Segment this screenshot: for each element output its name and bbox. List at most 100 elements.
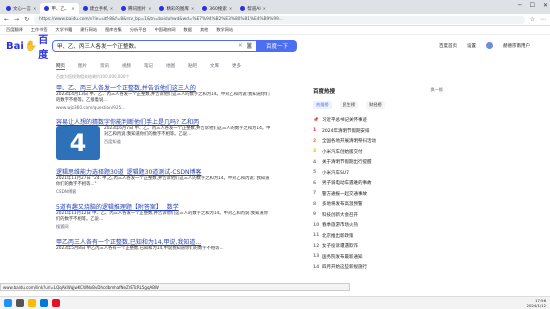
hot-item-label: 四月开始这些新规施行	[322, 265, 367, 271]
hot-tab[interactable]: 财经榜	[366, 101, 385, 109]
hot-item[interactable]: 3 小米汽车创始版交付	[313, 147, 443, 158]
browser-tab[interactable]: 精彩的图库 ✕	[155, 3, 198, 14]
close-window-icon[interactable]: ✕	[543, 2, 548, 9]
browser-tab[interactable]: 帮道AI ✕	[236, 3, 270, 14]
folder-icon[interactable]	[28, 299, 36, 307]
result-thumbnail[interactable]: 4	[56, 126, 100, 160]
tab-notes[interactable]: 笔记	[144, 63, 153, 70]
edge-icon[interactable]	[40, 299, 48, 307]
minimize-icon[interactable]: ─	[518, 2, 522, 9]
hot-item[interactable]: 11 北京推出新政策	[313, 231, 443, 242]
close-icon[interactable]: ✕	[191, 6, 194, 11]
result-title[interactable]: 逻辑思维能力选择题30道_逻辑题30道测试-CSDN博客	[56, 167, 271, 176]
hot-item[interactable]: 6 男子骑电动车遇难的事故	[313, 178, 443, 189]
bookmark-item[interactable]: 中国政府网	[155, 27, 176, 33]
bookmark-item[interactable]: 百度翻译	[6, 27, 23, 33]
browser-tab[interactable]: 腾讯图片 ✕	[117, 3, 155, 14]
hot-rank: 11	[313, 233, 320, 239]
browser-tab[interactable]: 360搜索 ✕	[198, 3, 236, 14]
result-source[interactable]: 搜狐网	[56, 224, 271, 230]
bookmark-item[interactable]: 数学网站	[216, 27, 233, 33]
hot-item[interactable]: 9 科技创新大会召开	[313, 210, 443, 221]
tab-map[interactable]: 地图	[166, 63, 175, 70]
start-icon[interactable]	[4, 299, 12, 307]
baidu-logo[interactable]: Bai ✋ 百度	[6, 35, 48, 61]
system-clock[interactable]: 17:56 2024/1/12	[527, 296, 546, 309]
tab-favicon-icon	[82, 6, 88, 11]
close-icon[interactable]: ✕	[229, 6, 232, 11]
search-input[interactable]: 甲、乙、丙三人各发一个正整数。 ✕ ◙	[52, 40, 257, 52]
home-link[interactable]: 百度首页	[439, 43, 457, 49]
hot-item[interactable]: 14 四月开始这些新规施行	[313, 262, 443, 273]
search-button[interactable]: 百度一下	[257, 40, 297, 52]
hot-tab[interactable]: 民生榜	[339, 101, 359, 109]
tab-bar: 文心一言 ✕ 甲、乙、 ✕ 建立手机 ✕ 腾讯图片 ✕ 精彩的图库 ✕ 360搜索 ✕ 帮道…	[0, 0, 550, 14]
result-title[interactable]: 5道有趣又烧脑的逻辑推理题【附答案】_ 数学	[56, 202, 271, 211]
hot-item-label: 国务院发布最新通知	[322, 254, 363, 260]
tab-label: 精彩的图库	[166, 6, 189, 12]
tab-images[interactable]: 图片	[78, 63, 87, 70]
camera-icon[interactable]: ◙	[247, 43, 252, 49]
tab-wenku[interactable]: 文库	[210, 63, 219, 70]
app-icon[interactable]	[52, 299, 60, 307]
hot-item-label: 小米汽车SU7	[322, 170, 350, 176]
settings-link[interactable]: 设置	[467, 43, 476, 49]
hot-tab[interactable]: 热搜榜	[313, 101, 332, 109]
hot-item[interactable]: 1 2024年清明节假期安排	[313, 126, 443, 137]
tab-video[interactable]: 视频	[122, 63, 131, 70]
hot-item[interactable]: 12 女子投诉遭遇欺诈	[313, 241, 443, 252]
close-icon[interactable]: ✕	[71, 6, 74, 11]
forward-icon[interactable]: →	[14, 16, 19, 23]
browser-tab-active[interactable]: 甲、乙、 ✕	[40, 3, 79, 14]
maximize-icon[interactable]: ☐	[530, 2, 535, 9]
clear-icon[interactable]: ✕	[238, 43, 243, 49]
close-icon[interactable]: ✕	[263, 6, 266, 11]
hot-item[interactable]: 4 关于清明节假期出行提醒	[313, 157, 443, 168]
hot-item[interactable]: 📌 习近平总书记关怀事迹	[313, 115, 443, 126]
hot-item-label: 男子骑电动车遇难的事故	[322, 181, 372, 187]
bookmark-item[interactable]: 分析平台	[130, 27, 147, 33]
refresh-button[interactable]: 换一换	[430, 87, 443, 95]
tab-web[interactable]: 网页	[56, 63, 65, 70]
paw-icon: ✋	[24, 40, 38, 52]
result-source[interactable]: 百度知道	[104, 139, 271, 145]
avatar[interactable]	[486, 42, 493, 49]
bookmark-item[interactable]: 图库合集	[105, 27, 122, 33]
hot-item[interactable]: 5 小米汽车SU7	[313, 168, 443, 179]
browser-tab[interactable]: 建立手机 ✕	[79, 3, 117, 14]
result-source[interactable]: CSDN博客	[56, 189, 271, 195]
tab-more[interactable]: 更多	[232, 63, 241, 70]
hot-item[interactable]: 2 全国各地开展清明祭扫活动	[313, 136, 443, 147]
user-name[interactable]: 赫德宗南用户	[503, 43, 530, 49]
hot-rank: 9	[313, 212, 317, 218]
search-icon[interactable]	[16, 299, 24, 307]
tab-tieba[interactable]: 贴吧	[188, 63, 197, 70]
result-source[interactable]: www.wjz360.com/question/925...	[56, 105, 271, 110]
tab-news[interactable]: 资讯	[100, 63, 109, 70]
back-icon[interactable]: ←	[4, 16, 9, 23]
result-title[interactable]: 甲、乙、丙三人各发一个正整数,并告诉他们这三人的	[56, 83, 271, 92]
result-title[interactable]: 容易让人想的猜数字你能判断他们手上是几吗? 乙和丙	[56, 117, 271, 126]
close-icon[interactable]: ✕	[110, 6, 113, 11]
close-icon[interactable]: ✕	[33, 6, 36, 11]
reload-icon[interactable]: ↻	[24, 16, 29, 23]
results-list: 甲、乙、丙三人各发一个正整数,并告诉他们这三人的 2023年4月13日 甲、乙、…	[56, 83, 271, 259]
tab-favicon-icon	[202, 6, 208, 11]
hot-rank: 📌	[313, 117, 319, 123]
hot-item[interactable]: 13 国务院发布最新通知	[313, 252, 443, 263]
close-icon[interactable]: ✕	[148, 6, 151, 11]
hot-item[interactable]: 10 春季旅游市场火热	[313, 220, 443, 231]
browser-tab[interactable]: 文心一言 ✕	[2, 3, 40, 14]
url-field[interactable]: https://www.baidu.com/s?ie=utf-8&f=8&rsv…	[34, 15, 525, 24]
result-title[interactable]: 甲乙丙三人各有一个正整数,已知和为14,甲说,我知道...	[56, 237, 271, 246]
menu-icon[interactable]: ⋯	[540, 16, 546, 23]
hot-item[interactable]: 8 多地将发布高温预警	[313, 199, 443, 210]
result-count: 百度为您找到相关结果约100,000,000个	[56, 74, 130, 79]
bookmark-item[interactable]: 其他	[200, 27, 208, 33]
star-icon[interactable]: ☆	[530, 16, 535, 23]
hot-item[interactable]: 7 警方通报一起交通事故	[313, 189, 443, 200]
bookmark-item[interactable]: 数据	[184, 27, 192, 33]
bookmark-item[interactable]: 大学书籍	[56, 27, 73, 33]
bookmark-item[interactable]: 建行网站	[80, 27, 97, 33]
tab-label: 360搜索	[209, 6, 227, 12]
